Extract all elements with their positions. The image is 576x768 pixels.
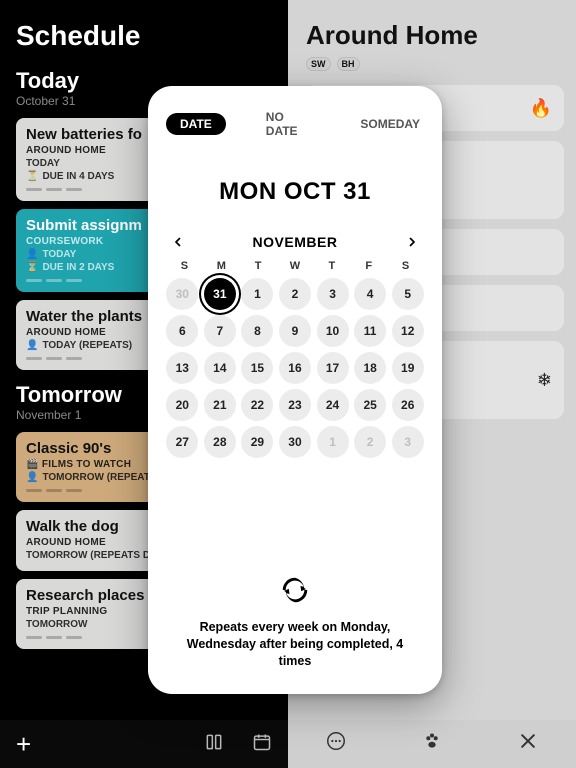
columns-icon[interactable] — [204, 732, 224, 757]
weekday-header: SMTWTFS — [166, 260, 424, 272]
calendar-day[interactable]: 16 — [279, 352, 311, 384]
calendar-day[interactable]: 2 — [279, 278, 311, 310]
calendar-day[interactable]: 14 — [204, 352, 236, 384]
more-icon[interactable] — [322, 730, 350, 758]
calendar-day[interactable]: 13 — [166, 352, 198, 384]
calendar-day[interactable]: 30 — [279, 426, 311, 458]
calendar-day[interactable]: 23 — [279, 389, 311, 421]
calendar-day[interactable]: 7 — [204, 315, 236, 347]
calendar-day[interactable]: 4 — [354, 278, 386, 310]
tab-date[interactable]: DATE — [166, 113, 226, 135]
calendar-day[interactable]: 22 — [241, 389, 273, 421]
tab-no-date[interactable]: NO DATE — [262, 106, 321, 142]
calendar-day[interactable]: 12 — [392, 315, 424, 347]
calendar-day[interactable]: 24 — [317, 389, 349, 421]
calendar-day[interactable]: 3 — [317, 278, 349, 310]
add-button[interactable]: + — [16, 729, 31, 760]
filter-pills: SW BH — [306, 57, 564, 71]
calendar-day[interactable]: 3 — [392, 426, 424, 458]
calendar-day[interactable]: 1 — [317, 426, 349, 458]
calendar-day[interactable]: 26 — [392, 389, 424, 421]
selected-date: MON OCT 31 — [166, 178, 424, 206]
right-title: Around Home — [306, 20, 564, 51]
month-label: NOVEMBER — [253, 234, 338, 250]
flame-icon: 🔥 — [530, 98, 552, 119]
calendar-day[interactable]: 28 — [204, 426, 236, 458]
repeat-icon — [281, 576, 309, 609]
calendar-day[interactable]: 15 — [241, 352, 273, 384]
pill[interactable]: SW — [306, 57, 331, 71]
calendar-day[interactable]: 5 — [392, 278, 424, 310]
repeat-summary[interactable]: Repeats every week on Monday, Wednesday … — [166, 576, 424, 678]
close-icon[interactable] — [514, 731, 542, 757]
calendar-day[interactable]: 31 — [204, 278, 236, 310]
prev-month-button[interactable] — [168, 232, 188, 252]
calendar-day[interactable]: 8 — [241, 315, 273, 347]
calendar-day[interactable]: 1 — [241, 278, 273, 310]
right-toolbar — [288, 720, 576, 768]
calendar-day[interactable]: 10 — [317, 315, 349, 347]
calendar-icon[interactable] — [252, 732, 272, 757]
calendar-day[interactable]: 17 — [317, 352, 349, 384]
calendar-day[interactable]: 29 — [241, 426, 273, 458]
snowflake-icon: ❄ — [537, 370, 552, 391]
date-picker-modal: DATE NO DATE SOMEDAY MON OCT 31 NOVEMBER… — [148, 86, 442, 694]
calendar-day[interactable]: 6 — [166, 315, 198, 347]
calendar-day[interactable]: 11 — [354, 315, 386, 347]
calendar-grid: 3031123456789101112131415161718192021222… — [166, 278, 424, 458]
repeat-text: Repeats every week on Monday, Wednesday … — [176, 619, 414, 670]
calendar-day[interactable]: 19 — [392, 352, 424, 384]
next-month-button[interactable] — [402, 232, 422, 252]
date-mode-tabs: DATE NO DATE SOMEDAY — [166, 106, 424, 142]
calendar-day[interactable]: 21 — [204, 389, 236, 421]
calendar-day[interactable]: 20 — [166, 389, 198, 421]
calendar-day[interactable]: 25 — [354, 389, 386, 421]
left-toolbar: + — [0, 720, 288, 768]
calendar-day[interactable]: 9 — [279, 315, 311, 347]
tab-someday[interactable]: SOMEDAY — [356, 113, 424, 135]
pill[interactable]: BH — [337, 57, 360, 71]
calendar-day[interactable]: 30 — [166, 278, 198, 310]
calendar-day[interactable]: 2 — [354, 426, 386, 458]
calendar-day[interactable]: 27 — [166, 426, 198, 458]
app-title: Schedule — [16, 20, 276, 52]
calendar-day[interactable]: 18 — [354, 352, 386, 384]
paw-icon[interactable] — [418, 730, 446, 758]
